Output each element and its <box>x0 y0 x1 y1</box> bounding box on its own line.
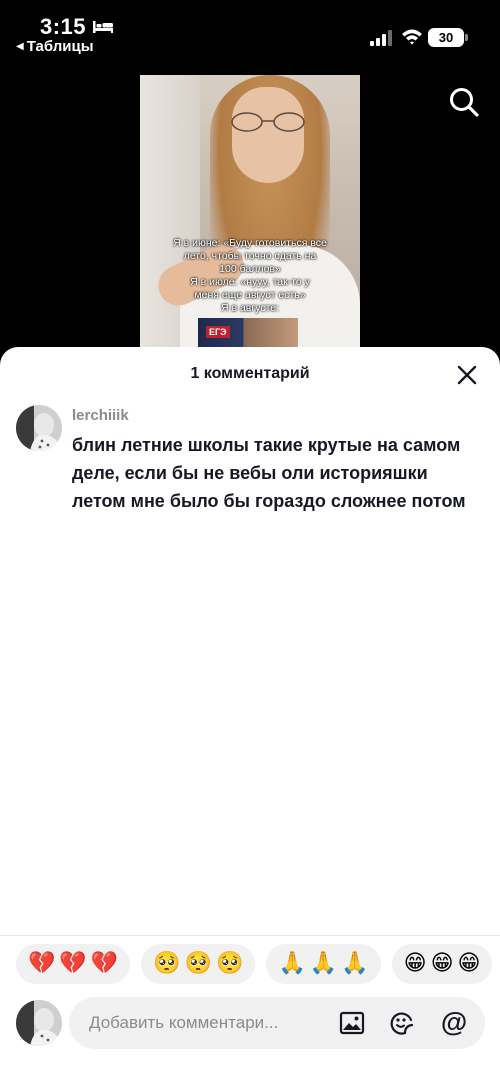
wifi-icon <box>402 29 422 45</box>
video-caption: Я в июне: «Буду готовиться все лето, что… <box>140 237 360 315</box>
search-icon[interactable] <box>448 86 480 118</box>
emoji-reaction-broken-heart[interactable]: 💔 💔 💔 <box>16 944 131 984</box>
composer-avatar <box>16 1000 62 1046</box>
status-bar: 3:15 ◀ Таблицы 30 <box>0 0 500 62</box>
bed-icon <box>93 21 113 33</box>
mention-icon[interactable]: @ <box>440 1008 468 1036</box>
comments-sheet: 1 комментарий lerchiiik блин летние школ… <box>0 347 500 1084</box>
back-label: Таблицы <box>26 38 94 55</box>
image-icon[interactable] <box>339 1010 365 1036</box>
glasses-shape <box>231 112 305 132</box>
caption-line: Я в июле: «нууу, так-то у <box>190 276 310 288</box>
caption-line: Я в августе: <box>220 302 280 314</box>
back-arrow-icon: ◀ <box>16 41 24 52</box>
folded-hands-emoji: 🙏 <box>278 951 306 976</box>
grinning-face-emoji: 😁 <box>403 951 427 976</box>
inset-label: ЕГЭ <box>206 326 230 338</box>
pleading-face-emoji: 🥺 <box>184 951 213 976</box>
emoji-reaction-bar: 💔 💔 💔 🥺 🥺 🥺 🙏 🙏 🙏 😁 😁 😁 <box>16 944 500 984</box>
sheet-title: 1 комментарий <box>190 365 310 382</box>
emoji-reaction-folded-hands[interactable]: 🙏 🙏 🙏 <box>266 944 381 984</box>
broken-heart-emoji: 💔 <box>59 951 87 976</box>
grinning-face-emoji: 😁 <box>430 951 454 976</box>
pleading-face-emoji: 🥺 <box>153 951 181 976</box>
caption-line: Я в июне: «Буду готовиться все <box>173 237 327 249</box>
avatar[interactable] <box>16 405 62 451</box>
grinning-face-emoji: 😁 <box>457 951 481 976</box>
video-face <box>232 87 304 183</box>
battery-icon: 30 <box>428 28 464 47</box>
folded-hands-emoji: 🙏 <box>309 951 338 976</box>
caption-line: меня еще август есть» <box>194 289 306 301</box>
emoji-reaction-pleading[interactable]: 🥺 🥺 🥺 <box>141 944 256 984</box>
comment-username[interactable]: lerchiiik <box>72 407 129 424</box>
status-time: 3:15 <box>40 14 87 39</box>
caption-line: лето, чтобы точно сдать на <box>183 250 317 262</box>
emoji-reaction-grin[interactable]: 😁 😁 😁 <box>391 944 493 984</box>
signal-icon <box>370 30 392 46</box>
pleading-face-emoji: 🥺 <box>216 951 244 976</box>
comment-composer: @ <box>69 997 485 1049</box>
folded-hands-emoji: 🙏 <box>341 951 369 976</box>
close-icon[interactable] <box>455 363 479 387</box>
broken-heart-emoji: 💔 <box>90 951 119 976</box>
battery-tip <box>465 34 468 41</box>
comment-input[interactable] <box>89 997 327 1049</box>
video-preview[interactable]: Я в июне: «Буду готовиться все лето, что… <box>140 75 360 355</box>
divider <box>0 935 500 936</box>
back-to-tables-link[interactable]: ◀ Таблицы <box>16 38 94 55</box>
comment-text: блин летние школы такие крутые на самом … <box>72 435 466 511</box>
caption-line: 100 баллов» <box>219 263 281 275</box>
emoji-icon[interactable] <box>389 1010 415 1036</box>
broken-heart-emoji: 💔 <box>28 951 56 976</box>
